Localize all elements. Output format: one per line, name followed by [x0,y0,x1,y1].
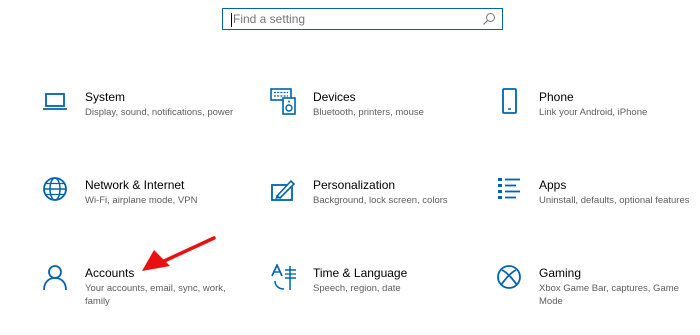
tile-title: Gaming [539,266,582,280]
tile-phone[interactable]: Phone Link your Android, iPhone [496,88,700,148]
person-icon [42,264,70,292]
paint-brush-icon [270,176,298,204]
phone-icon [496,88,524,116]
tile-network-internet[interactable]: Network & Internet Wi-Fi, airplane mode,… [42,176,252,236]
tile-title: System [85,90,126,104]
tile-description: Bluetooth, printers, mouse [313,107,424,118]
keyboard-speaker-icon [270,88,298,116]
search-input[interactable] [233,11,473,27]
tile-title: Accounts [85,266,135,280]
tile-description: Link your Android, iPhone [539,107,648,118]
tile-time-language[interactable]: Time & Language Speech, region, date [270,264,480,324]
tile-gaming[interactable]: Gaming Xbox Game Bar, captures, Game Mod… [496,264,700,324]
tile-description: Xbox Game Bar, captures, Game Mode [539,283,679,307]
tile-description: Background, lock screen, colors [313,195,448,206]
text-cursor [231,13,232,27]
tile-description: Your accounts, email, sync, work, family [85,283,226,307]
annotation-arrow [142,236,216,271]
tile-description: Uninstall, defaults, optional features [539,195,690,206]
tile-apps[interactable]: Apps Uninstall, defaults, optional featu… [496,176,700,236]
tile-title: Personalization [313,178,396,192]
tile-description: Display, sound, notifications, power [85,107,234,118]
search-box[interactable] [222,8,503,30]
tile-description: Speech, region, date [313,283,401,294]
apps-list-icon [496,176,524,204]
tile-title: Devices [313,90,356,104]
tile-system[interactable]: System Display, sound, notifications, po… [42,88,252,148]
globe-icon [42,176,70,204]
tile-title: Network & Internet [85,178,185,192]
tile-title: Phone [539,90,574,104]
laptop-icon [42,88,70,116]
tile-title: Apps [539,178,567,192]
search-icon[interactable] [482,12,496,26]
time-language-icon [270,264,298,292]
tile-devices[interactable]: Devices Bluetooth, printers, mouse [270,88,480,148]
tile-description: Wi-Fi, airplane mode, VPN [85,195,198,206]
xbox-icon [496,264,524,292]
tile-title: Time & Language [313,266,408,280]
tile-personalization[interactable]: Personalization Background, lock screen,… [270,176,480,236]
